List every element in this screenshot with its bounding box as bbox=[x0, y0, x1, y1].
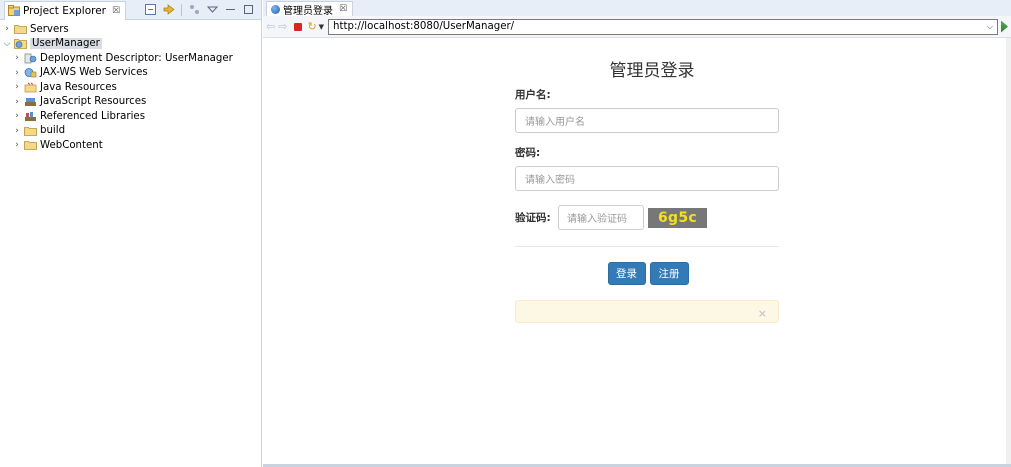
javascript-resources-icon bbox=[23, 96, 37, 108]
internal-browser: 管理员登录 ☒ ⇦ ⇨ ↻ ▼ http://localhost:8080/Us… bbox=[263, 0, 1011, 467]
tree-item-label: Servers bbox=[30, 23, 69, 35]
refresh-icon[interactable]: ↻ bbox=[307, 20, 316, 33]
web-services-icon bbox=[23, 67, 37, 79]
tree-item-label: Java Resources bbox=[40, 81, 117, 93]
captcha-row: 验证码: 请输入验证码 6g5c bbox=[515, 205, 779, 230]
tree-item-label: Deployment Descriptor: UserManager bbox=[40, 52, 233, 64]
tree-item[interactable]: › build bbox=[0, 124, 261, 139]
close-icon[interactable]: ☒ bbox=[112, 6, 120, 16]
collapse-all-icon[interactable] bbox=[145, 4, 156, 15]
tree-item-label: WebContent bbox=[40, 139, 103, 151]
password-label: 密码: bbox=[515, 147, 541, 159]
browser-content: 管理员登录 用户名: 请输入用户名 密码: 请输入密码 验证码: 请输入验证码 … bbox=[263, 38, 1006, 467]
url-text[interactable]: http://localhost:8080/UserManager/ bbox=[333, 21, 987, 32]
folder-icon bbox=[13, 23, 27, 35]
project-explorer-icon bbox=[8, 5, 20, 16]
page-title: 管理员登录 bbox=[609, 61, 695, 81]
maximize-icon[interactable] bbox=[243, 4, 254, 15]
project-explorer-title: Project Explorer bbox=[23, 4, 106, 17]
username-label: 用户名: bbox=[515, 89, 551, 101]
tree-item-label: Referenced Libraries bbox=[40, 110, 146, 122]
minimize-icon[interactable] bbox=[225, 4, 236, 15]
login-button[interactable]: 登录 bbox=[607, 262, 646, 285]
url-history-chevron-down-icon[interactable]: ⌵ bbox=[987, 22, 993, 32]
captcha-image[interactable]: 6g5c bbox=[648, 207, 707, 228]
tree-item-label: UserManager bbox=[30, 38, 102, 50]
focus-on-active-task-icon[interactable] bbox=[189, 4, 200, 15]
chevron-down-icon[interactable]: ▼ bbox=[319, 23, 324, 31]
tree-item[interactable]: › JAX-WS Web Services bbox=[0, 66, 261, 81]
java-resources-icon bbox=[23, 81, 37, 93]
chevron-right-icon[interactable]: › bbox=[12, 140, 22, 150]
tree-item[interactable]: › WebContent bbox=[0, 138, 261, 153]
chevron-right-icon[interactable]: › bbox=[12, 111, 22, 121]
project-explorer-header: Project Explorer ☒ bbox=[0, 0, 261, 20]
captcha-label: 验证码: bbox=[515, 212, 551, 224]
project-explorer-tab[interactable]: Project Explorer ☒ bbox=[4, 0, 127, 20]
password-input[interactable]: 请输入密码 bbox=[515, 166, 779, 191]
chevron-right-icon[interactable]: › bbox=[12, 82, 22, 92]
toolbar-separator bbox=[181, 3, 182, 16]
tree-item[interactable]: › Deployment Descriptor: UserManager bbox=[0, 51, 261, 66]
folder-icon bbox=[23, 139, 37, 151]
forward-arrow-icon[interactable]: ⇨ bbox=[278, 20, 287, 33]
globe-icon bbox=[271, 4, 280, 14]
tree-item-label: JavaScript Resources bbox=[40, 96, 147, 108]
folder-icon bbox=[23, 125, 37, 137]
library-icon bbox=[23, 110, 37, 122]
login-form: 管理员登录 用户名: 请输入用户名 密码: 请输入密码 验证码: 请输入验证码 … bbox=[515, 56, 779, 323]
username-input[interactable]: 请输入用户名 bbox=[515, 108, 779, 133]
view-menu-chevron-down-icon[interactable] bbox=[206, 4, 219, 15]
captcha-input[interactable]: 请输入验证码 bbox=[558, 205, 644, 230]
url-field[interactable]: http://localhost:8080/UserManager/ ⌵ bbox=[328, 18, 998, 35]
tree-item[interactable]: › Java Resources bbox=[0, 80, 261, 95]
form-buttons: 登录 注册 bbox=[515, 262, 779, 285]
tree-item[interactable]: › Referenced Libraries bbox=[0, 109, 261, 124]
chevron-right-icon[interactable]: › bbox=[2, 24, 12, 34]
browser-tab-bar: 管理员登录 ☒ bbox=[263, 0, 1011, 17]
web-project-icon bbox=[13, 38, 27, 50]
tree-item-label: JAX-WS Web Services bbox=[40, 67, 148, 79]
browser-tab[interactable]: 管理员登录 ☒ bbox=[266, 1, 354, 17]
tree-item[interactable]: ⌵ UserManager bbox=[0, 37, 261, 52]
link-with-editor-icon[interactable] bbox=[163, 4, 175, 15]
scrollbar[interactable] bbox=[1006, 38, 1011, 467]
chevron-down-icon[interactable]: ⌵ bbox=[2, 39, 12, 49]
go-arrow-icon[interactable] bbox=[1001, 20, 1008, 33]
tree-item-label: build bbox=[40, 125, 66, 137]
deployment-descriptor-icon bbox=[23, 52, 37, 64]
stop-icon[interactable] bbox=[294, 22, 303, 31]
chevron-right-icon[interactable]: › bbox=[12, 68, 22, 78]
project-explorer-view: Project Explorer ☒ › Servers ⌵ UserManag… bbox=[0, 0, 262, 467]
tree-item[interactable]: › JavaScript Resources bbox=[0, 95, 261, 110]
browser-toolbar: ⇦ ⇨ ↻ ▼ http://localhost:8080/UserManage… bbox=[263, 16, 1011, 38]
back-arrow-icon[interactable]: ⇦ bbox=[266, 20, 275, 33]
alert-close-icon[interactable]: × bbox=[758, 307, 767, 320]
project-explorer-toolbar bbox=[145, 3, 257, 16]
alert-box: × bbox=[515, 300, 779, 323]
chevron-right-icon[interactable]: › bbox=[12, 53, 22, 63]
project-tree: › Servers ⌵ UserManager › Deployment Descript… bbox=[0, 20, 261, 153]
divider bbox=[515, 246, 779, 247]
close-icon[interactable]: ☒ bbox=[339, 4, 347, 14]
browser-tab-title: 管理员登录 bbox=[283, 5, 333, 17]
chevron-right-icon[interactable]: › bbox=[12, 97, 22, 107]
chevron-right-icon[interactable]: › bbox=[12, 126, 22, 136]
tree-item[interactable]: › Servers bbox=[0, 22, 261, 37]
register-button[interactable]: 注册 bbox=[649, 262, 689, 285]
